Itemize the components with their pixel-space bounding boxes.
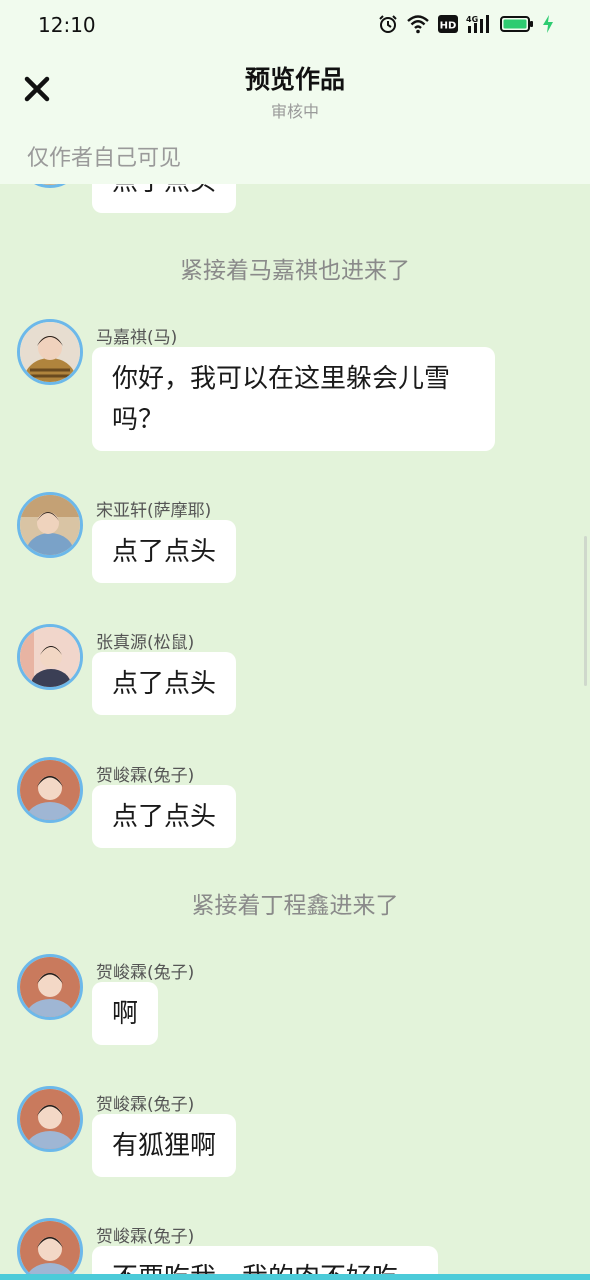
status-bar: 12:10 HD 4G [0,0,590,52]
avatar[interactable] [17,757,83,823]
battery-icon [500,14,534,34]
message-text: 点了点头 [112,537,217,567]
page-title: 预览作品 [244,65,345,94]
review-status: 审核中 [270,102,319,121]
preview-header: 预览作品 审核中 仅作者自己可见 [0,52,590,184]
message-bubble[interactable]: 你好，我可以在这里躲会儿雪 吗？ [92,347,495,451]
message-bubble[interactable]: 点了点头 [92,184,237,213]
avatar[interactable] [17,319,83,385]
narration-text: 紧接着马嘉祺也进来了 [180,258,410,284]
wifi-icon [406,14,430,34]
avatar[interactable] [17,954,83,1020]
alarm-icon [378,14,398,34]
avatar[interactable] [17,184,83,188]
message-text: 吗？ [112,405,165,435]
avatar[interactable] [17,1218,83,1280]
message-text: 点了点头 [112,669,217,699]
charging-icon [542,14,554,34]
avatar[interactable] [17,1086,83,1152]
message-text: 点了点头 [112,184,216,197]
message-text: 你好，我可以在这里躲会儿雪 [112,364,451,394]
narration-text: 紧接着丁程鑫进来了 [191,893,399,919]
message-bubble[interactable]: 点了点头 [92,520,237,583]
sender-name: 张真源(松鼠) [96,633,195,653]
chat-list[interactable]: 点了点头 紧接着马嘉祺也进来了 马嘉祺(马) 你好，我可以在这里躲会儿雪 吗？ … [0,184,590,1280]
sender-name: 贺峻霖(兔子) [96,963,195,983]
scrollbar[interactable] [584,536,587,686]
message-bubble[interactable]: 啊 [92,982,159,1045]
sender-name: 贺峻霖(兔子) [96,766,195,786]
hd-label: HD [440,21,457,32]
message-text: 点了点头 [112,802,217,832]
avatar[interactable] [17,492,83,558]
sender-name: 贺峻霖(兔子) [96,1227,195,1247]
sender-name: 马嘉祺(马) [96,328,178,348]
sender-name: 贺峻霖(兔子) [96,1095,195,1115]
visibility-note: 仅作者自己可见 [27,146,182,171]
4g-signal-icon: 4G [466,14,492,34]
avatar[interactable] [17,624,83,690]
hd-icon: HD [438,14,458,34]
message-text: 有狐狸啊 [112,1131,217,1161]
message-bubble[interactable]: 点了点头 [92,652,237,715]
sender-name: 宋亚轩(萨摩耶) [96,501,212,521]
network-label: 4G [466,15,478,24]
message-bubble[interactable]: 点了点头 [92,785,237,848]
status-icons: HD 4G [378,14,554,34]
bottom-progress-strip [0,1274,590,1280]
status-time: 12:10 [38,13,96,37]
message-bubble[interactable]: 有狐狸啊 [92,1114,237,1177]
message-text: 啊 [112,999,139,1029]
